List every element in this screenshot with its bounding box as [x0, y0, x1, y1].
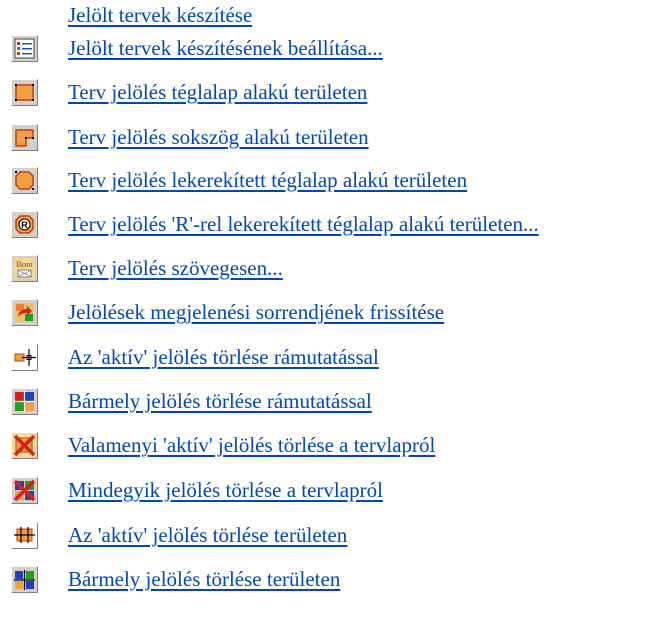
- refresh-order-icon[interactable]: [11, 299, 38, 326]
- menu-row-rounded-rectangle: Terv jelölés lekerekített téglalap alakú…: [0, 163, 669, 203]
- menu-row-text-mark: Bont Terv jelölés szövegesen...: [0, 251, 669, 291]
- settings-link[interactable]: Jelölt tervek készítésének beállítása...: [68, 35, 383, 61]
- delete-all-link[interactable]: Mindegyik jelölés törlése a tervlapról: [68, 477, 383, 503]
- menu-row-delete-active-pointer: Az 'aktív' jelölés törlése rámutatással: [0, 340, 669, 380]
- menu-row-delete-all-active: Valamenyi 'aktív' jelölés törlése a terv…: [0, 428, 669, 468]
- refresh-order-link[interactable]: Jelölések megjelenési sorrendjének friss…: [68, 299, 444, 325]
- r-rounded-rectangle-mark-link[interactable]: Terv jelölés 'R'-rel lekerekített téglal…: [68, 211, 539, 237]
- delete-active-area-link[interactable]: Az 'aktív' jelölés törlése területen: [68, 522, 347, 548]
- rounded-rectangle-mark-link[interactable]: Terv jelölés lekerekített téglalap alakú…: [68, 167, 467, 193]
- polygon-mark-link[interactable]: Terv jelölés sokszög alakú területen: [68, 124, 369, 150]
- polygon-mark-icon[interactable]: [11, 124, 38, 151]
- menu-row-polygon: Terv jelölés sokszög alakú területen: [0, 120, 669, 160]
- rounded-rectangle-mark-icon[interactable]: [11, 167, 38, 194]
- menu-row-settings: Jelölt tervek készítésének beállítása...: [0, 31, 669, 71]
- delete-active-area-icon[interactable]: [11, 522, 38, 549]
- menu-row-delete-active-area: Az 'aktív' jelölés törlése területen: [0, 518, 669, 558]
- delete-any-area-icon[interactable]: [11, 566, 38, 593]
- menu-row-rectangle: Terv jelölés téglalap alakú területen: [0, 75, 669, 115]
- menu-row-refresh-order: Jelölések megjelenési sorrendjének friss…: [0, 295, 669, 335]
- delete-active-pointer-link[interactable]: Az 'aktív' jelölés törlése rámutatással: [68, 344, 379, 370]
- delete-active-pointer-icon[interactable]: [11, 344, 38, 371]
- menu-row-r-rounded-rectangle: R Terv jelölés 'R'-rel lekerekített tégl…: [0, 207, 669, 247]
- make-marked-plans-link[interactable]: Jelölt tervek készítése: [68, 2, 252, 28]
- rectangle-mark-icon[interactable]: [11, 79, 38, 106]
- r-rounded-rectangle-mark-icon[interactable]: R: [11, 211, 38, 238]
- delete-all-active-icon[interactable]: [11, 432, 38, 459]
- delete-any-area-link[interactable]: Bármely jelölés törlése területen: [68, 566, 340, 592]
- rectangle-mark-link[interactable]: Terv jelölés téglalap alakú területen: [68, 79, 367, 105]
- delete-any-pointer-icon[interactable]: [11, 388, 38, 415]
- svg-text:R: R: [21, 220, 28, 230]
- text-mark-icon[interactable]: Bont: [11, 255, 38, 282]
- text-mark-link[interactable]: Terv jelölés szövegesen...: [68, 255, 283, 281]
- menu-row-delete-all: Mindegyik jelölés törlése a tervlapról: [0, 473, 669, 513]
- settings-list-icon[interactable]: [11, 35, 38, 62]
- delete-all-icon[interactable]: [11, 477, 38, 504]
- delete-all-active-link[interactable]: Valamenyi 'aktív' jelölés törlése a terv…: [68, 432, 435, 458]
- menu-row-delete-any-area: Bármely jelölés törlése területen: [0, 562, 669, 602]
- mark-menu: Jelölt tervek készítése Jelölt tervek ké…: [0, 0, 669, 629]
- delete-any-pointer-link[interactable]: Bármely jelölés törlése rámutatással: [68, 388, 372, 414]
- menu-row-delete-any-pointer: Bármely jelölés törlése rámutatással: [0, 384, 669, 424]
- text-mark-icon-label: Bont: [16, 259, 33, 269]
